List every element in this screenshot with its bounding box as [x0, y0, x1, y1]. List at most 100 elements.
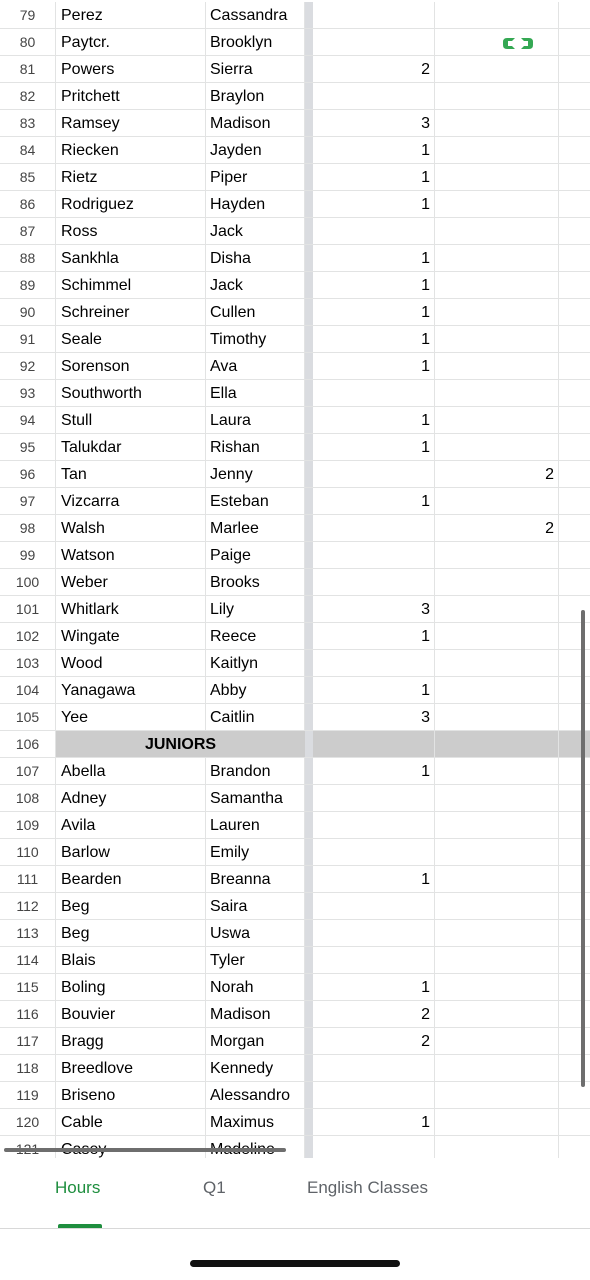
- empty-cell[interactable]: [559, 56, 590, 83]
- row-number[interactable]: 98: [0, 515, 56, 542]
- row-number[interactable]: 110: [0, 839, 56, 866]
- hours-cell[interactable]: [313, 83, 435, 110]
- hours-cell-2[interactable]: 2: [435, 461, 559, 488]
- empty-cell[interactable]: [559, 839, 590, 866]
- hours-cell-2[interactable]: [435, 893, 559, 920]
- hours-cell-2[interactable]: [435, 947, 559, 974]
- empty-cell[interactable]: [559, 677, 590, 704]
- last-name-cell[interactable]: Abella: [56, 758, 206, 785]
- empty-cell[interactable]: [559, 110, 590, 137]
- hours-cell[interactable]: [313, 785, 435, 812]
- first-name-cell[interactable]: Braylon: [206, 83, 305, 110]
- hours-cell[interactable]: 1: [313, 272, 435, 299]
- row-number[interactable]: 90: [0, 299, 56, 326]
- vertical-scrollbar[interactable]: [581, 610, 585, 1087]
- hours-cell[interactable]: [313, 731, 435, 758]
- first-name-cell[interactable]: Jack: [206, 272, 305, 299]
- hours-cell-2[interactable]: [435, 920, 559, 947]
- hours-cell-2[interactable]: [435, 1001, 559, 1028]
- hours-cell-2[interactable]: [435, 569, 559, 596]
- last-name-cell[interactable]: Wingate: [56, 623, 206, 650]
- empty-cell[interactable]: [559, 1055, 590, 1082]
- hours-cell[interactable]: 1: [313, 677, 435, 704]
- hours-cell[interactable]: 1: [313, 137, 435, 164]
- last-name-cell[interactable]: Stull: [56, 407, 206, 434]
- hours-cell[interactable]: 3: [313, 110, 435, 137]
- last-name-cell[interactable]: Beg: [56, 893, 206, 920]
- row-number[interactable]: 93: [0, 380, 56, 407]
- hours-cell-2[interactable]: [435, 353, 559, 380]
- first-name-cell[interactable]: Jenny: [206, 461, 305, 488]
- row-number[interactable]: 86: [0, 191, 56, 218]
- first-name-cell[interactable]: Esteban: [206, 488, 305, 515]
- empty-cell[interactable]: [559, 461, 590, 488]
- last-name-cell[interactable]: Bragg: [56, 1028, 206, 1055]
- empty-cell[interactable]: [559, 1109, 590, 1136]
- hours-cell[interactable]: [313, 380, 435, 407]
- last-name-cell[interactable]: Avila: [56, 812, 206, 839]
- last-name-cell[interactable]: Blais: [56, 947, 206, 974]
- last-name-cell[interactable]: Seale: [56, 326, 206, 353]
- hours-cell-2[interactable]: [435, 1055, 559, 1082]
- hours-cell-2[interactable]: [435, 974, 559, 1001]
- row-number[interactable]: 97: [0, 488, 56, 515]
- empty-cell[interactable]: [559, 29, 590, 56]
- first-name-cell[interactable]: Norah: [206, 974, 305, 1001]
- tab-hours[interactable]: Hours: [55, 1178, 100, 1198]
- first-name-cell[interactable]: Abby: [206, 677, 305, 704]
- hours-cell-2[interactable]: [435, 245, 559, 272]
- section-header-cell[interactable]: JUNIORS: [56, 731, 305, 758]
- hours-cell-2[interactable]: [435, 488, 559, 515]
- hours-cell[interactable]: [313, 515, 435, 542]
- hours-cell-2[interactable]: [435, 56, 559, 83]
- last-name-cell[interactable]: Walsh: [56, 515, 206, 542]
- row-number[interactable]: 112: [0, 893, 56, 920]
- hours-cell-2[interactable]: [435, 623, 559, 650]
- empty-cell[interactable]: [559, 1082, 590, 1109]
- empty-cell[interactable]: [559, 542, 590, 569]
- row-number[interactable]: 89: [0, 272, 56, 299]
- last-name-cell[interactable]: Beg: [56, 920, 206, 947]
- empty-cell[interactable]: [559, 488, 590, 515]
- empty-cell[interactable]: [559, 407, 590, 434]
- hours-cell[interactable]: 1: [313, 434, 435, 461]
- last-name-cell[interactable]: Talukdar: [56, 434, 206, 461]
- hours-cell-2[interactable]: [435, 650, 559, 677]
- row-number[interactable]: 94: [0, 407, 56, 434]
- hours-cell[interactable]: 2: [313, 1001, 435, 1028]
- hours-cell[interactable]: [313, 920, 435, 947]
- hours-cell-2[interactable]: [435, 1109, 559, 1136]
- last-name-cell[interactable]: Rodriguez: [56, 191, 206, 218]
- empty-cell[interactable]: [559, 164, 590, 191]
- hours-cell-2[interactable]: [435, 272, 559, 299]
- row-number[interactable]: 81: [0, 56, 56, 83]
- first-name-cell[interactable]: Madison: [206, 110, 305, 137]
- empty-cell[interactable]: [559, 623, 590, 650]
- first-name-cell[interactable]: Jayden: [206, 137, 305, 164]
- empty-cell[interactable]: [559, 380, 590, 407]
- row-number[interactable]: 102: [0, 623, 56, 650]
- row-number[interactable]: 79: [0, 2, 56, 29]
- empty-cell[interactable]: [559, 731, 590, 758]
- first-name-cell[interactable]: Disha: [206, 245, 305, 272]
- hours-cell[interactable]: 1: [313, 164, 435, 191]
- first-name-cell[interactable]: Brooklyn: [206, 29, 305, 56]
- row-number[interactable]: 85: [0, 164, 56, 191]
- row-number[interactable]: 111: [0, 866, 56, 893]
- hours-cell-2[interactable]: [435, 164, 559, 191]
- hours-cell[interactable]: 1: [313, 866, 435, 893]
- last-name-cell[interactable]: Adney: [56, 785, 206, 812]
- row-number[interactable]: 80: [0, 29, 56, 56]
- first-name-cell[interactable]: Breanna: [206, 866, 305, 893]
- row-number[interactable]: 109: [0, 812, 56, 839]
- hours-cell-2[interactable]: [435, 83, 559, 110]
- first-name-cell[interactable]: Emily: [206, 839, 305, 866]
- hours-cell[interactable]: [313, 839, 435, 866]
- hours-cell-2[interactable]: [435, 812, 559, 839]
- last-name-cell[interactable]: Bearden: [56, 866, 206, 893]
- last-name-cell[interactable]: Sorenson: [56, 353, 206, 380]
- hours-cell[interactable]: [313, 542, 435, 569]
- first-name-cell[interactable]: Alessandro: [206, 1082, 305, 1109]
- last-name-cell[interactable]: Yee: [56, 704, 206, 731]
- first-name-cell[interactable]: Kaitlyn: [206, 650, 305, 677]
